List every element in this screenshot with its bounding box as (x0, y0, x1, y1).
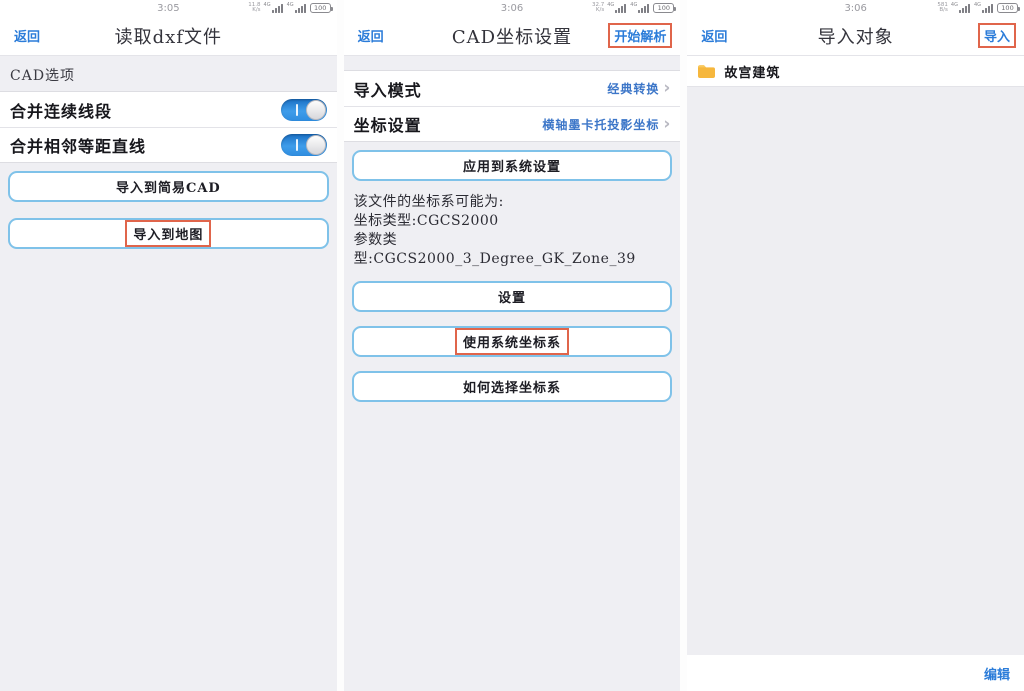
status-bar: 3:06 581B/s 4G 4G 100 (687, 0, 1024, 16)
apply-to-system-settings-button[interactable]: 应用到系统设置 (352, 150, 673, 181)
annotation-highlight-box: 导入到地图 (125, 220, 211, 247)
network-speed: 11.8K/s (248, 3, 260, 13)
annotation-highlight-box: 使用系统坐标系 (455, 328, 569, 355)
chevron-right-icon: › (663, 80, 670, 97)
screen-read-dxf: 3:05 11.8K/s 4G 4G 100 返回 读取dxf文件 CAD选项 … (0, 0, 337, 691)
signal-icon: 4G (974, 3, 994, 13)
status-indicators: 11.8K/s 4G 4G 100 (248, 0, 330, 16)
status-time: 3:05 (157, 3, 179, 14)
signal-icon: 4G (264, 3, 284, 13)
signal-icon: 4G (607, 3, 627, 13)
start-parse-button[interactable]: 开始解析 (614, 30, 666, 45)
signal-icon: 4G (630, 3, 650, 13)
annotation-highlight-box: 导入 (978, 23, 1016, 48)
toggle-label: 合并连续线段 (10, 98, 112, 122)
toggle-label: 合并相邻等距直线 (10, 133, 146, 157)
toggle-switch-on[interactable] (281, 99, 327, 121)
battery-icon: 100 (997, 3, 1018, 13)
info-line: 坐标类型:CGCS2000 (354, 212, 671, 231)
nav-bar: 返回 导入对象 导入 (687, 16, 1024, 56)
network-speed: 581B/s (937, 3, 948, 13)
page-title: 导入对象 (687, 23, 1024, 49)
coordinate-info-text: 该文件的坐标系可能为: 坐标类型:CGCS2000 参数类型:CGCS2000_… (344, 181, 681, 273)
info-line: 参数类型:CGCS2000_3_Degree_GK_Zone_39 (354, 231, 671, 269)
content-area: 导入模式 经典转换 › 坐标设置 横轴墨卡托投影坐标 › 应用到系统设置 该文件… (344, 56, 681, 691)
status-bar: 3:05 11.8K/s 4G 4G 100 (0, 0, 337, 16)
annotation-highlight-box: 开始解析 (608, 23, 672, 48)
page-title: 读取dxf文件 (0, 23, 337, 49)
nav-bar: 返回 CAD坐标设置 开始解析 (344, 16, 681, 56)
nav-bar: 返回 读取dxf文件 (0, 16, 337, 56)
screen-import-objects: 3:06 581B/s 4G 4G 100 返回 导入对象 导入 (687, 0, 1024, 691)
edit-button[interactable]: 编辑 (984, 664, 1010, 683)
back-button[interactable]: 返回 (358, 26, 384, 45)
chevron-right-icon: › (663, 116, 670, 133)
import-to-map-button[interactable]: 导入到地图 (8, 218, 329, 249)
cad-options-group: 合并连续线段 合并相邻等距直线 (0, 91, 337, 163)
battery-icon: 100 (310, 3, 331, 13)
folder-list-item[interactable]: 故宫建筑 (687, 56, 1024, 87)
toggle-knob (306, 135, 326, 155)
toggle-row-merge-lines: 合并连续线段 (0, 92, 337, 127)
toggle-row-merge-equidistant: 合并相邻等距直线 (0, 127, 337, 162)
how-to-choose-coordinate-button[interactable]: 如何选择坐标系 (352, 371, 673, 402)
battery-icon: 100 (653, 3, 674, 13)
folder-icon (697, 64, 716, 79)
import-mode-row[interactable]: 导入模式 经典转换 › (344, 71, 681, 106)
back-button[interactable]: 返回 (14, 26, 40, 45)
import-to-simple-cad-button[interactable]: 导入到简易CAD (8, 171, 329, 202)
bottom-toolbar: 编辑 (687, 655, 1024, 691)
settings-button[interactable]: 设置 (352, 281, 673, 312)
signal-icon: 4G (951, 3, 971, 13)
row-value: 横轴墨卡托投影坐标 (542, 116, 659, 133)
row-label: 坐标设置 (354, 112, 422, 136)
info-line: 该文件的坐标系可能为: (354, 193, 671, 212)
import-button[interactable]: 导入 (984, 30, 1010, 45)
network-speed: 32.7K/s (592, 3, 604, 13)
row-value: 经典转换 (607, 80, 659, 97)
settings-group: 导入模式 经典转换 › 坐标设置 横轴墨卡托投影坐标 › (344, 70, 681, 142)
section-header: CAD选项 (0, 56, 337, 91)
coordinate-settings-row[interactable]: 坐标设置 横轴墨卡托投影坐标 › (344, 106, 681, 141)
back-button[interactable]: 返回 (701, 26, 727, 45)
status-time: 3:06 (501, 3, 523, 14)
status-bar: 3:06 32.7K/s 4G 4G 100 (344, 0, 681, 16)
content-area: CAD选项 合并连续线段 合并相邻等距直线 导入到简易CAD 导入到地图 (0, 56, 337, 691)
status-indicators: 581B/s 4G 4G 100 (937, 0, 1018, 16)
use-system-coordinate-button[interactable]: 使用系统坐标系 (352, 326, 673, 357)
content-area: 故宫建筑 编辑 (687, 56, 1024, 691)
folder-name: 故宫建筑 (724, 62, 780, 81)
screen-cad-coordinate-settings: 3:06 32.7K/s 4G 4G 100 返回 CAD坐标设置 开始解析 导… (344, 0, 681, 691)
status-indicators: 32.7K/s 4G 4G 100 (592, 0, 674, 16)
empty-list-area (687, 87, 1024, 655)
toggle-knob (306, 100, 326, 120)
row-label: 导入模式 (354, 77, 422, 101)
signal-icon: 4G (287, 3, 307, 13)
toggle-switch-on[interactable] (281, 134, 327, 156)
status-time: 3:06 (844, 3, 866, 14)
